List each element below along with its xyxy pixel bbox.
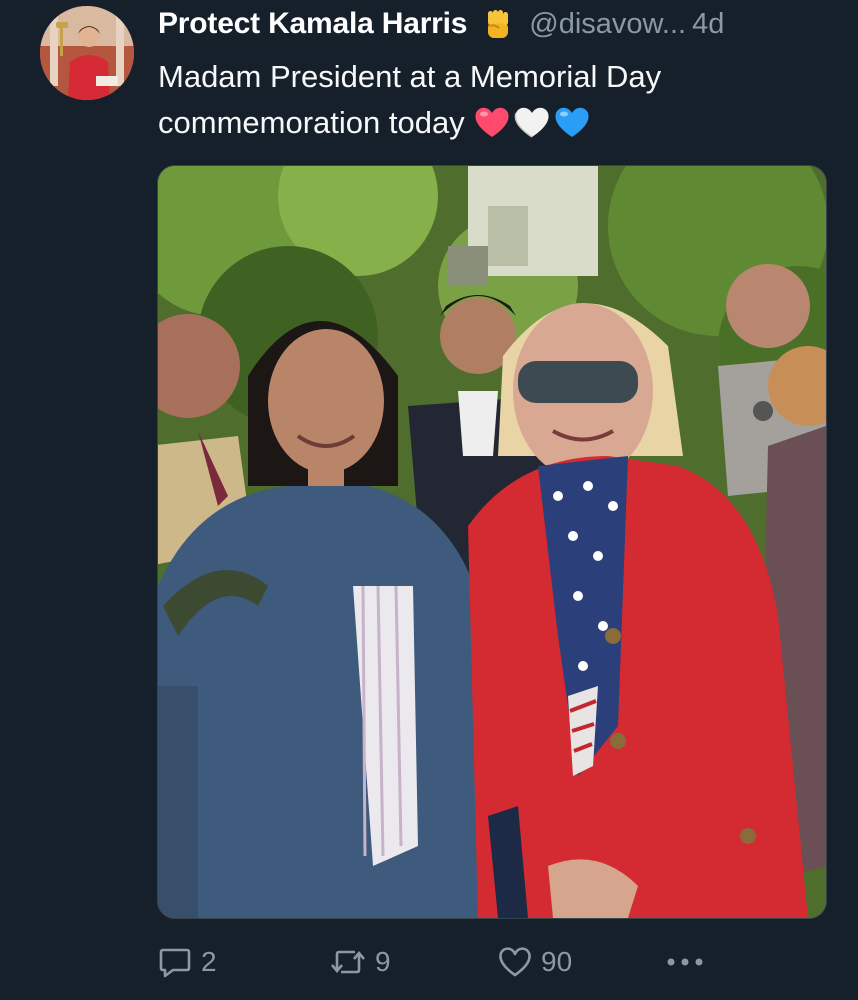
- like-button[interactable]: 90: [497, 940, 572, 984]
- author-handle[interactable]: @disavow...: [529, 8, 686, 41]
- reply-button[interactable]: 2: [157, 940, 217, 984]
- retweet-count: 9: [375, 946, 391, 977]
- retweet-icon: [329, 944, 375, 980]
- author-avatar[interactable]: [40, 6, 134, 100]
- more-dots-icon: [665, 956, 713, 968]
- tweet[interactable]: Protect Kamala Harris @disavow... 4d Mad…: [0, 0, 858, 1000]
- like-count: 90: [541, 946, 573, 977]
- more-options-button[interactable]: [665, 940, 713, 984]
- reply-count: 2: [201, 946, 217, 977]
- tweet-text: Madam President at a Memorial Day commem…: [158, 54, 818, 146]
- heart-emojis: [473, 105, 591, 139]
- tweet-timestamp[interactable]: 4d: [692, 8, 724, 41]
- reply-icon: [157, 944, 201, 980]
- red-heart-icon: [473, 105, 511, 139]
- tweet-header: Protect Kamala Harris @disavow... 4d: [158, 4, 838, 44]
- white-heart-icon: [513, 105, 551, 139]
- raised-fist-icon: [481, 7, 515, 41]
- author-display-name[interactable]: Protect Kamala Harris: [158, 7, 467, 41]
- tweet-photo[interactable]: [157, 165, 827, 919]
- heart-icon: [497, 945, 541, 979]
- tweet-actions: 2 9 90: [157, 940, 825, 984]
- blue-heart-icon: [553, 105, 591, 139]
- retweet-button[interactable]: 9: [329, 940, 391, 984]
